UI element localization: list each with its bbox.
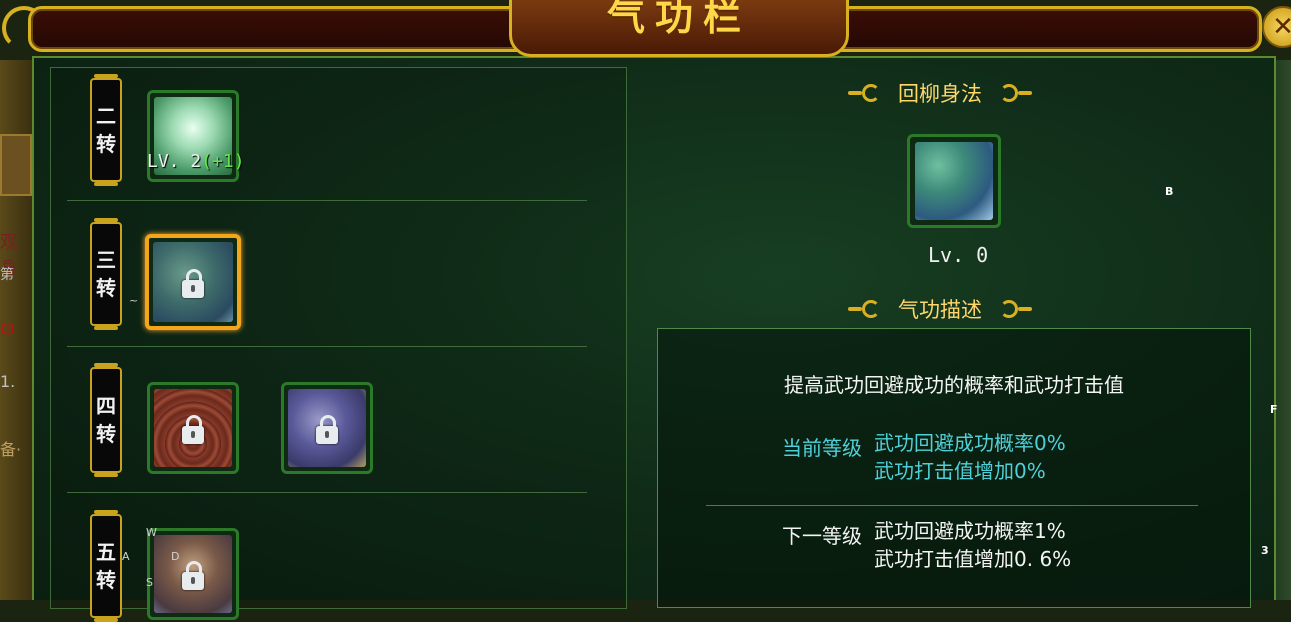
skill-name-header: 回柳身法 (848, 78, 1032, 108)
skill-level-bonus: (+1) (201, 151, 245, 172)
background-text: 备· (0, 440, 22, 459)
next-level-label: 下一等级 (782, 524, 862, 548)
close-button[interactable]: ✕ (1262, 6, 1291, 48)
divider (706, 505, 1198, 506)
tier-label-char: 转 (96, 132, 116, 156)
tier-label-char: 转 (96, 568, 116, 592)
next-level-effects: 武功回避成功概率1% 武功打击值增加0. 6% (874, 517, 1071, 573)
tier-label-char: 五 (96, 540, 116, 564)
skill-description: 提高武功回避成功的概率和武功打击值 (784, 373, 1124, 397)
hotkey-hint: D (171, 550, 180, 563)
swirl-ornament-icon (848, 82, 884, 104)
current-level-effects: 武功回避成功概率0% 武功打击值增加0% (874, 429, 1066, 485)
background-text: 卬 (0, 323, 14, 339)
next-effect-line: 武功回避成功概率1% (874, 519, 1066, 543)
tier-label-char: 转 (96, 422, 116, 446)
background-scene-left: 观身 第 卬 1. 备· (0, 60, 32, 600)
swirl-ornament-icon (996, 82, 1032, 104)
flame-skill-art (154, 389, 232, 467)
lock-icon (182, 269, 204, 298)
current-level-label: 当前等级 (782, 436, 862, 460)
storm-skill-art (288, 389, 366, 467)
title-bar[interactable]: 气功栏 (28, 0, 1262, 57)
window-title: 气功栏 (606, 0, 751, 39)
tier-label-2: 二 转 (90, 74, 122, 186)
hotkey-hint: 3 (1261, 544, 1269, 557)
tier-label-3: 三 转 (90, 218, 122, 330)
skill-level-value: LV. 2 (147, 151, 202, 172)
skill-icon-tier5[interactable] (147, 528, 239, 620)
skill-level-tier2: LV. 2(+1) (147, 151, 245, 172)
description-header: 气功描述 (848, 294, 1032, 324)
skill-icon-tier4-a[interactable] (147, 382, 239, 474)
current-effect-line: 武功打击值增加0% (874, 459, 1046, 483)
tier-label-char: 四 (96, 394, 116, 418)
tier-row-2 (67, 67, 587, 201)
willow-skill-art (915, 142, 993, 220)
skill-icon-tier4-b[interactable] (281, 382, 373, 474)
tier-label-char: 转 (96, 276, 116, 300)
selected-skill-icon (907, 134, 1001, 228)
selected-skill-level: Lv. 0 (928, 243, 989, 267)
hotkey-hint: W (146, 526, 157, 539)
hotkey-hint: F (1270, 403, 1278, 416)
background-text: 1. (0, 372, 16, 391)
hotkey-hint: ~ (129, 294, 139, 307)
background-slot (0, 134, 32, 196)
tier-label-5: 五 转 (90, 510, 122, 622)
current-effect-line: 武功回避成功概率0% (874, 431, 1066, 455)
lock-icon (182, 561, 204, 590)
hotkey-hint: B (1165, 185, 1174, 198)
next-effect-line: 武功打击值增加0. 6% (874, 547, 1072, 571)
tier-label-char: 三 (96, 248, 116, 272)
tier-label-char: 二 (96, 104, 116, 128)
title-plaque: 气功栏 (509, 0, 849, 57)
description-box: 提高武功回避成功的概率和武功打击值 当前等级 武功回避成功概率0% 武功打击值增… (657, 328, 1251, 608)
willow-skill-art (153, 242, 233, 322)
swirl-ornament-icon (848, 298, 884, 320)
description-title: 气功描述 (898, 298, 982, 322)
skill-name: 回柳身法 (898, 82, 982, 106)
background-text: 第 (0, 267, 14, 283)
swirl-ornament-icon (996, 298, 1032, 320)
hotkey-hint: A (122, 550, 130, 563)
hotkey-hint: S (146, 576, 153, 589)
lock-icon (182, 415, 204, 444)
skill-icon-tier3-selected[interactable] (145, 234, 241, 330)
tiger-skill-art (154, 535, 232, 613)
tier-label-4: 四 转 (90, 363, 122, 477)
lock-icon (316, 415, 338, 444)
